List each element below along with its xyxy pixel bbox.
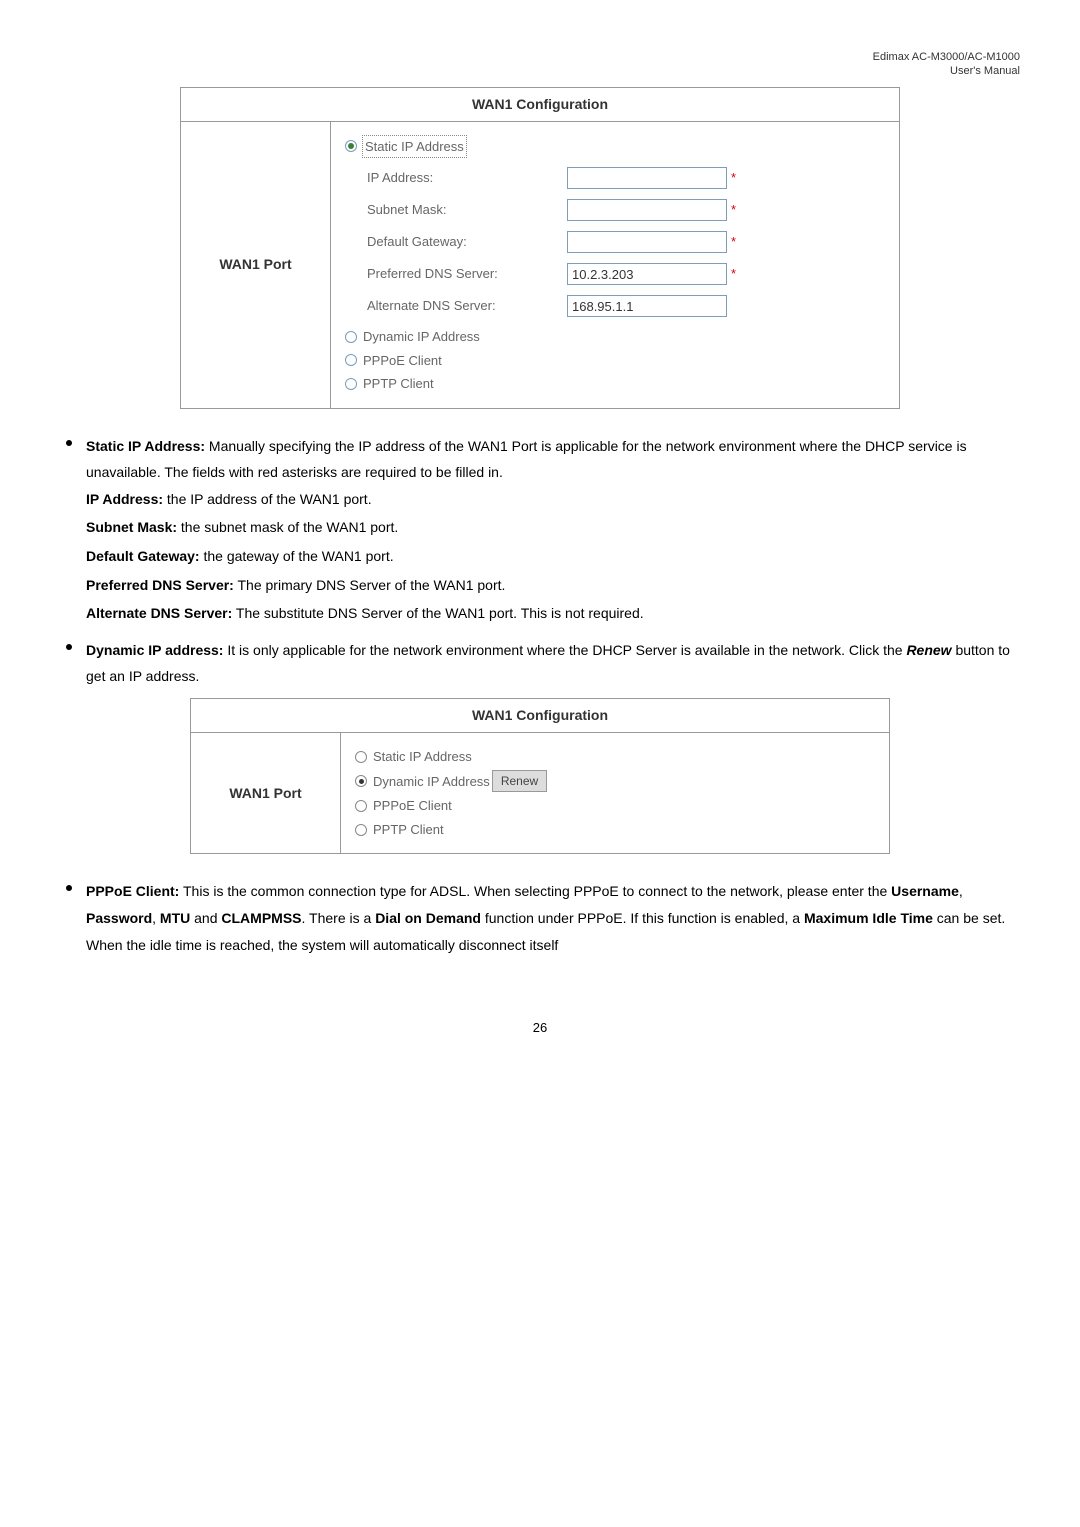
pdns-label: Preferred DNS Server: xyxy=(367,264,567,284)
ip-address-row: IP Address: * xyxy=(367,167,885,189)
subnet-input[interactable] xyxy=(567,199,727,221)
radio2-pppoe[interactable]: PPPoE Client xyxy=(355,796,875,816)
pdns-strong: Preferred DNS Server: xyxy=(86,577,234,593)
radio2-pptp[interactable]: PPTP Client xyxy=(355,820,875,840)
b3-c: function under PPPoE. If this function i… xyxy=(481,910,804,926)
radio2-pptp-label: PPTP Client xyxy=(373,820,444,840)
bullet-pppoe: PPPoE Client: This is the common connect… xyxy=(60,878,1020,958)
adns-strong: Alternate DNS Server: xyxy=(86,605,232,621)
radio-dynamic-ip[interactable]: Dynamic IP Address xyxy=(345,327,885,347)
adns-rest: The substitute DNS Server of the WAN1 po… xyxy=(232,605,643,621)
ip-rest: the IP address of the WAN1 port. xyxy=(163,491,372,507)
adns-row: Alternate DNS Server: xyxy=(367,295,885,317)
gateway-rest: the gateway of the WAN1 port. xyxy=(200,548,394,564)
bullet-static-ip: Static IP Address: Manually specifying t… xyxy=(60,433,1020,486)
subnet-rest: the subnet mask of the WAN1 port. xyxy=(177,519,398,535)
gateway-label: Default Gateway: xyxy=(367,232,567,252)
radio-static-ip[interactable]: Static IP Address xyxy=(345,136,885,158)
page-number: 26 xyxy=(60,1018,1020,1038)
radio-dynamic-label: Dynamic IP Address xyxy=(363,327,480,347)
gateway-row: Default Gateway: * xyxy=(367,231,885,253)
radio2-static-label: Static IP Address xyxy=(373,747,472,767)
header-product: Edimax AC-M3000/AC-M1000 xyxy=(873,51,1020,63)
pdns-row: Preferred DNS Server: * xyxy=(367,263,885,285)
wan1-config-table-dynamic: WAN1 Configuration WAN1 Port Static IP A… xyxy=(190,698,890,855)
b3-c1: , xyxy=(959,883,963,899)
radio-icon xyxy=(355,775,367,787)
b2-a: It is only applicable for the network en… xyxy=(223,642,906,658)
radio-icon xyxy=(345,140,357,152)
table1-title: WAN1 Configuration xyxy=(181,87,900,121)
pdns-rest: The primary DNS Server of the WAN1 port. xyxy=(234,577,506,593)
ip-strong: IP Address: xyxy=(86,491,163,507)
bullet-icon xyxy=(66,885,72,891)
radio-pptp-label: PPTP Client xyxy=(363,374,434,394)
b3-password: Password xyxy=(86,910,152,926)
b3-mtu: MTU xyxy=(160,910,190,926)
radio-pppoe-label: PPPoE Client xyxy=(363,351,442,371)
b3-a: This is the common connection type for A… xyxy=(179,883,891,899)
gateway-strong: Default Gateway: xyxy=(86,548,200,564)
radio-static-label: Static IP Address xyxy=(363,136,466,158)
wan1-config-table-static: WAN1 Configuration WAN1 Port Static IP A… xyxy=(180,87,900,409)
radio-icon xyxy=(355,751,367,763)
subnet-row: Subnet Mask: * xyxy=(367,199,885,221)
doc-header: Edimax AC-M3000/AC-M1000 User's Manual xyxy=(60,50,1020,79)
b3-and: and xyxy=(190,910,221,926)
asterisk: * xyxy=(731,232,736,252)
b3-c2: , xyxy=(152,910,160,926)
b3-b: . There is a xyxy=(302,910,376,926)
asterisk: * xyxy=(731,264,736,284)
wan1-port-label: WAN1 Port xyxy=(181,121,331,408)
radio2-dynamic-label: Dynamic IP Address xyxy=(373,772,490,792)
b3-username: Username xyxy=(891,883,959,899)
b1-rest: Manually specifying the IP address of th… xyxy=(86,438,967,481)
b3-strong: PPPoE Client: xyxy=(86,883,179,899)
ip-label: IP Address: xyxy=(367,168,567,188)
wan1-port-label-2: WAN1 Port xyxy=(191,732,341,854)
radio2-dynamic[interactable]: Dynamic IP Address Renew xyxy=(355,770,875,792)
asterisk: * xyxy=(731,200,736,220)
radio2-static[interactable]: Static IP Address xyxy=(355,747,875,767)
asterisk: * xyxy=(731,168,736,188)
subnet-label: Subnet Mask: xyxy=(367,200,567,220)
b3-dod: Dial on Demand xyxy=(375,910,481,926)
renew-button[interactable]: Renew xyxy=(492,770,547,792)
subnet-strong: Subnet Mask: xyxy=(86,519,177,535)
adns-input[interactable] xyxy=(567,295,727,317)
b3-mit: Maximum Idle Time xyxy=(804,910,933,926)
b3-clampmss: CLAMPMSS xyxy=(221,910,301,926)
b1-strong: Static IP Address: xyxy=(86,438,205,454)
b2-renew: Renew xyxy=(906,642,951,658)
radio-pppoe[interactable]: PPPoE Client xyxy=(345,351,885,371)
bullet-dynamic-ip: Dynamic IP address: It is only applicabl… xyxy=(60,637,1020,690)
adns-label: Alternate DNS Server: xyxy=(367,296,567,316)
table2-title: WAN1 Configuration xyxy=(191,698,890,732)
radio-icon xyxy=(345,354,357,366)
gateway-input[interactable] xyxy=(567,231,727,253)
header-manual: User's Manual xyxy=(950,65,1020,77)
bullet-icon xyxy=(66,440,72,446)
radio-pptp[interactable]: PPTP Client xyxy=(345,374,885,394)
radio2-pppoe-label: PPPoE Client xyxy=(373,796,452,816)
radio-icon xyxy=(355,800,367,812)
radio-icon xyxy=(345,331,357,343)
radio-icon xyxy=(355,824,367,836)
b2-strong: Dynamic IP address: xyxy=(86,642,223,658)
ip-input[interactable] xyxy=(567,167,727,189)
bullet-icon xyxy=(66,644,72,650)
sub-fields-desc: IP Address: the IP address of the WAN1 p… xyxy=(86,486,1020,627)
radio-icon xyxy=(345,378,357,390)
pdns-input[interactable] xyxy=(567,263,727,285)
